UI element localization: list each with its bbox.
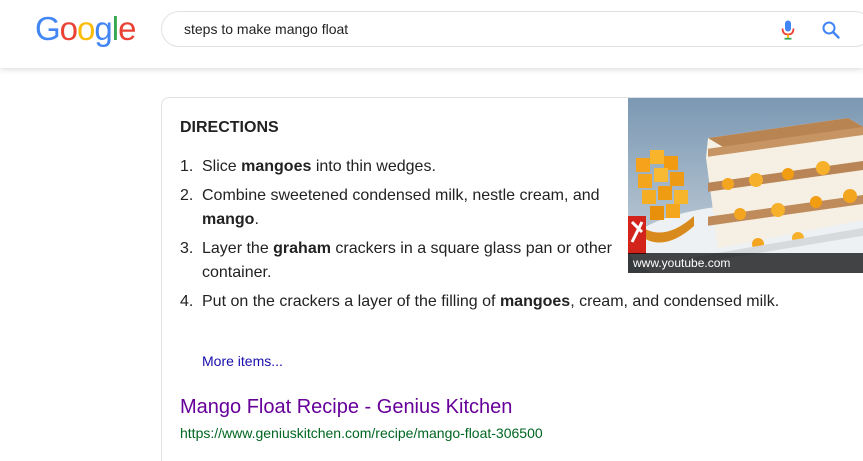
mango-float-image [628, 98, 863, 273]
direction-step: 1. Slice mangoes into thin wedges. [180, 155, 620, 180]
step-keyword: mangoes [499, 292, 571, 310]
step-text: Layer the [202, 239, 274, 257]
search-input[interactable] [184, 12, 744, 46]
logo-letter: o [77, 10, 95, 47]
result-title-link[interactable]: Mango Float Recipe - Genius Kitchen [180, 396, 512, 419]
google-logo[interactable]: Google [35, 9, 136, 49]
direction-step: 2. Combine sweetened condensed milk, nest… [180, 184, 620, 233]
more-items-link[interactable]: More items... [202, 353, 283, 369]
direction-step: 4. Put on the crackers a layer of the fil… [180, 290, 820, 315]
logo-letter: e [118, 10, 136, 47]
result-url: https://www.geniuskitchen.com/recipe/man… [180, 425, 543, 441]
step-number: 2. [180, 186, 194, 204]
direction-step: 3. Layer the graham crackers in a square … [180, 237, 620, 286]
step-text: Combine sweetened condensed milk, nestle… [202, 186, 600, 204]
step-text: , cream, and condensed milk. [570, 292, 780, 310]
step-keyword: graham [273, 239, 331, 257]
featured-snippet-card: DIRECTIONS 1. Slice mangoes into thin wed… [161, 97, 863, 461]
directions-heading: DIRECTIONS [180, 119, 279, 136]
logo-letter: o [59, 10, 78, 47]
step-text: . [254, 211, 259, 228]
step-text: into thin wedges. [311, 158, 436, 175]
step-keyword: mango [202, 211, 255, 228]
image-source-caption: www.youtube.com [628, 253, 863, 273]
step-text: Slice [202, 158, 242, 175]
step-number: 3. [180, 239, 194, 257]
mic-icon[interactable] [780, 20, 796, 40]
step-number: 1. [180, 158, 194, 175]
search-results-page: Google DIRECTIONS 1.Slice mangoes in [0, 0, 863, 461]
recipe-thumbnail[interactable]: www.youtube.com [628, 98, 863, 273]
logo-letter: g [94, 10, 112, 47]
step-text: Put on the crackers a layer of the filli… [202, 292, 500, 310]
search-box[interactable] [161, 11, 863, 47]
search-icon[interactable] [821, 20, 841, 40]
header-bar: Google [0, 0, 863, 68]
step-keyword: mangoes [241, 158, 312, 175]
step-number: 4. [180, 292, 194, 310]
logo-letter: G [35, 10, 61, 47]
